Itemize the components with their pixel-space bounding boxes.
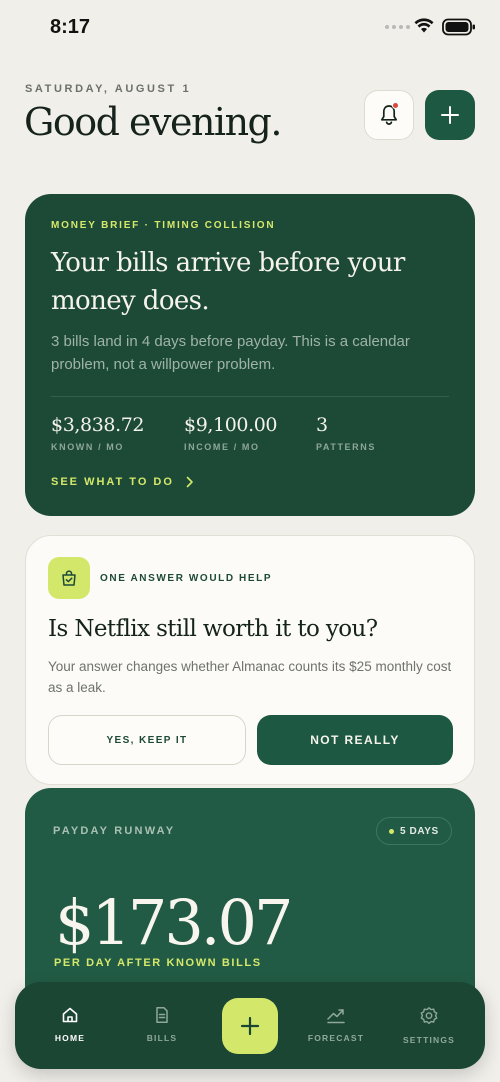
not-really-button[interactable]: NOT REALLY (257, 715, 453, 765)
plus-icon (240, 1016, 260, 1036)
stat-value: $3,838.72 (51, 414, 145, 436)
runway-caption: PER DAY AFTER KNOWN BILLS (54, 957, 262, 969)
days-pill: 5 DAYS (376, 817, 452, 845)
runway-amount: $173.07 (55, 886, 293, 959)
stat-value: $9,100.00 (184, 414, 278, 436)
status-time: 8:17 (50, 16, 91, 38)
add-button[interactable] (425, 90, 475, 140)
stat-value: 3 (316, 414, 328, 436)
cellular-signal-icon (385, 25, 410, 29)
cta-label: SEE WHAT TO DO (51, 476, 174, 488)
wifi-icon (414, 18, 434, 33)
home-icon (62, 1007, 78, 1023)
tab-label: FORECAST (307, 1033, 365, 1043)
stat-label: PATTERNS (316, 442, 376, 452)
stat-patterns: 3 PATTERNS (316, 414, 376, 452)
status-bar: 8:17 (0, 0, 500, 56)
see-what-to-do-link[interactable]: SEE WHAT TO DO (51, 476, 194, 488)
question-eyebrow: ONE ANSWER WOULD HELP (100, 573, 273, 584)
quick-add-button[interactable] (222, 998, 278, 1054)
brief-eyebrow: MONEY BRIEF · TIMING COLLISION (51, 220, 276, 231)
stat-label: INCOME / MO (184, 442, 260, 452)
date-label: SATURDAY, AUGUST 1 (25, 83, 192, 95)
tab-bills[interactable]: BILLS (122, 1006, 202, 1043)
stat-known: $3,838.72 KNOWN / MO (51, 414, 145, 452)
question-badge (48, 557, 90, 599)
status-dot-icon (389, 828, 394, 834)
plus-icon (441, 106, 459, 124)
question-title: Is Netflix still worth it to you? (48, 616, 378, 642)
brief-divider (51, 396, 449, 397)
yes-keep-it-button[interactable]: YES, KEEP IT (48, 715, 246, 765)
brief-headline: Your bills arrive before your money does… (51, 248, 405, 316)
question-description: Your answer changes whether Almanac coun… (48, 659, 452, 695)
tab-forecast[interactable]: FORECAST (296, 1006, 376, 1043)
battery-icon (442, 18, 475, 36)
notifications-button[interactable] (364, 90, 414, 140)
days-pill-label: 5 DAYS (400, 825, 439, 837)
tab-label: SETTINGS (402, 1035, 456, 1045)
tab-bar: HOME BILLS FORECAST SETTINGS (15, 982, 485, 1069)
tab-label: BILLS (146, 1033, 178, 1043)
chevron-right-icon (186, 476, 193, 488)
money-brief-card[interactable]: MONEY BRIEF · TIMING COLLISION Your bill… (25, 194, 475, 516)
greeting-title: Good evening. (24, 100, 282, 144)
gear-icon (420, 1007, 438, 1025)
stat-income: $9,100.00 INCOME / MO (184, 414, 278, 452)
tab-home[interactable]: HOME (30, 1006, 110, 1043)
notification-dot (392, 102, 399, 109)
document-icon (156, 1007, 168, 1023)
runway-title: PAYDAY RUNWAY (53, 825, 176, 837)
question-card: ONE ANSWER WOULD HELP Is Netflix still w… (25, 535, 475, 785)
trend-icon (327, 1009, 345, 1024)
brief-subtext: 3 bills land in 4 days before payday. Th… (51, 333, 410, 373)
tab-label: HOME (54, 1033, 86, 1043)
tab-settings[interactable]: SETTINGS (389, 1006, 469, 1045)
stat-label: KNOWN / MO (51, 442, 124, 452)
shopping-bag-check-icon (62, 570, 76, 586)
